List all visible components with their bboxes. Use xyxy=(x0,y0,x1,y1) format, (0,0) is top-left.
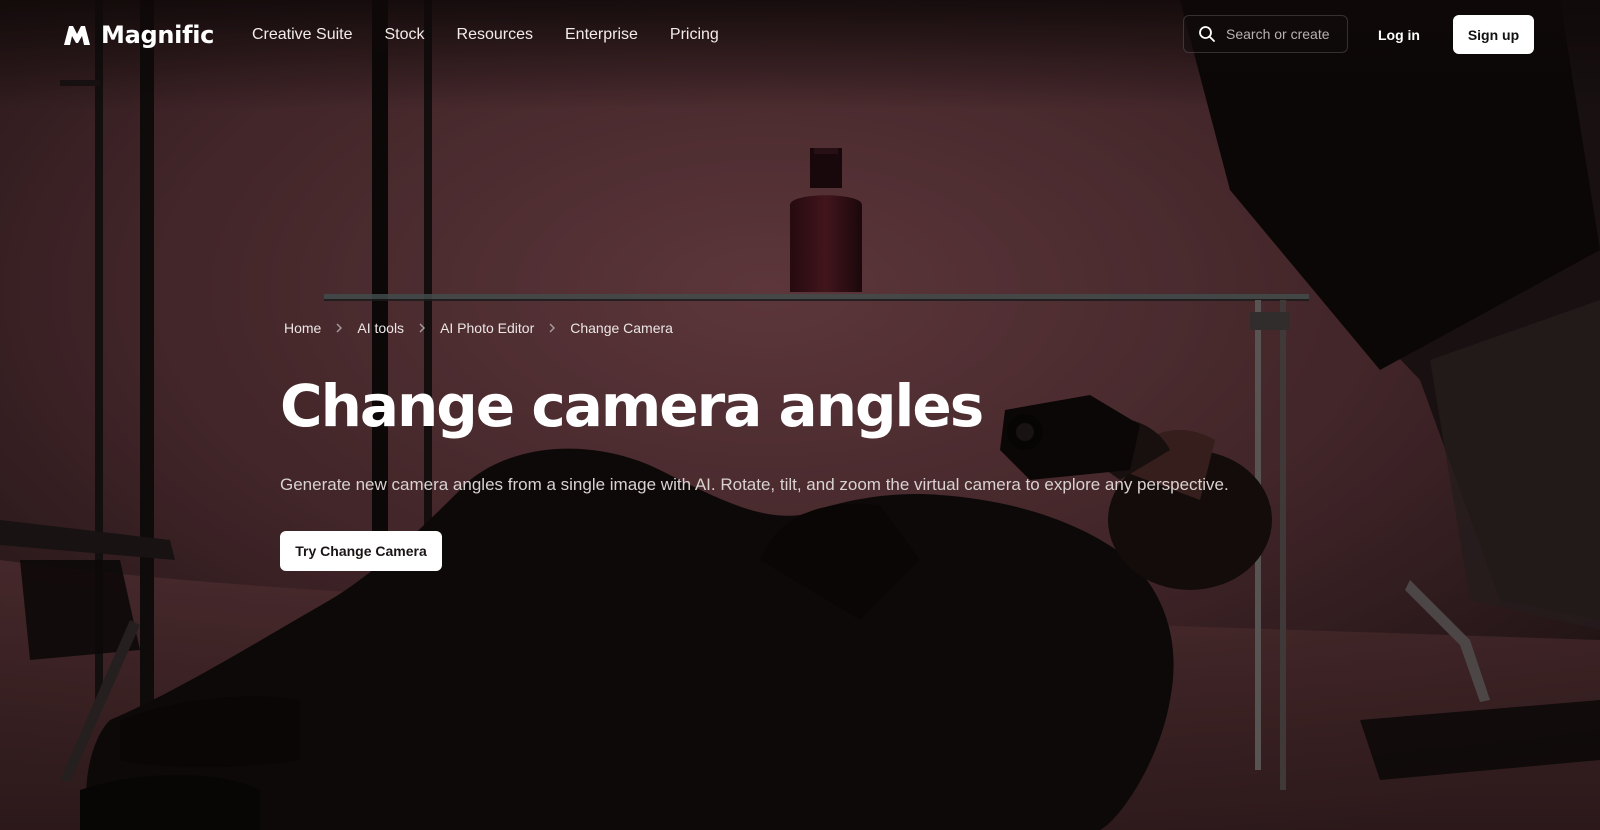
try-change-camera-button[interactable]: Try Change Camera xyxy=(280,531,442,571)
breadcrumb-ai-tools[interactable]: AI tools xyxy=(357,320,404,336)
chevron-right-icon xyxy=(549,323,556,333)
brand-logo[interactable]: Magnific xyxy=(63,18,214,52)
signup-button[interactable]: Sign up xyxy=(1453,15,1534,54)
breadcrumb-home[interactable]: Home xyxy=(284,320,321,336)
top-navigation: Magnific Creative Suite Stock Resources … xyxy=(0,0,1600,70)
brand-name: Magnific xyxy=(101,21,215,49)
nav-link-resources[interactable]: Resources xyxy=(457,22,533,48)
login-link[interactable]: Log in xyxy=(1378,22,1420,48)
nav-link-pricing[interactable]: Pricing xyxy=(670,22,719,48)
page-title: Change camera angles xyxy=(280,372,984,440)
nav-link-enterprise[interactable]: Enterprise xyxy=(565,22,638,48)
search-box[interactable] xyxy=(1183,15,1348,53)
search-input[interactable] xyxy=(1226,26,1346,42)
chevron-right-icon xyxy=(419,323,426,333)
chevron-right-icon xyxy=(336,323,343,333)
hero-subtitle: Generate new camera angles from a single… xyxy=(280,475,1229,494)
breadcrumb-ai-photo-editor[interactable]: AI Photo Editor xyxy=(440,320,534,336)
breadcrumb: Home AI tools AI Photo Editor Change Cam… xyxy=(284,320,673,336)
breadcrumb-current-page: Change Camera xyxy=(570,320,673,336)
magnific-logo-icon xyxy=(64,26,90,45)
nav-link-creative-suite[interactable]: Creative Suite xyxy=(252,22,353,48)
nav-link-stock[interactable]: Stock xyxy=(385,22,425,48)
nav-links: Creative Suite Stock Resources Enterpris… xyxy=(252,22,719,48)
search-icon xyxy=(1199,26,1215,42)
